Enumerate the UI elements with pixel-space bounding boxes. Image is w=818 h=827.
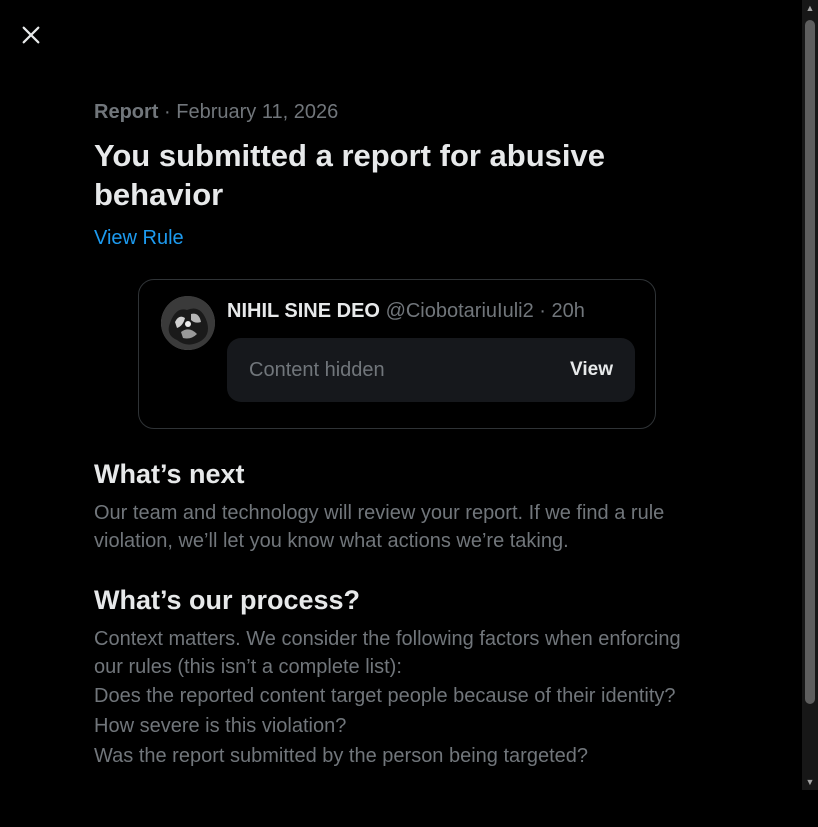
process-factor: Does the reported content target people … [94, 685, 676, 707]
view-rule-link[interactable]: View Rule [94, 224, 184, 252]
reported-tweet-card[interactable]: NIHIL SINE DEO @CiobotariuIuli2 · 20h Co… [138, 279, 656, 429]
view-content-button[interactable]: View [570, 359, 613, 381]
scroll-up-arrow-icon[interactable]: ▲ [802, 0, 818, 16]
report-modal: Report · February 11, 2026 You submitted… [0, 0, 802, 827]
report-content: Report · February 11, 2026 You submitted… [94, 98, 714, 790]
tweet-author-line: NIHIL SINE DEO @CiobotariuIuli2 · 20h [227, 298, 585, 324]
content-hidden-box: Content hidden View [227, 338, 635, 402]
process-factor: How severe is this violation? [94, 715, 347, 737]
close-icon [22, 26, 40, 44]
process-intro: Context matters. We consider the followi… [94, 628, 681, 678]
whats-next-body: Our team and technology will review your… [94, 502, 665, 552]
avatar-image [161, 296, 215, 350]
meta-separator: · [158, 101, 177, 123]
report-label: Report [94, 101, 159, 123]
scrollbar-thumb[interactable] [805, 20, 815, 704]
scroll-down-arrow-icon[interactable]: ▼ [802, 774, 818, 790]
whats-next-heading: What’s next [94, 459, 245, 489]
author-name[interactable]: NIHIL SINE DEO [227, 300, 380, 322]
bottom-bar [0, 790, 818, 827]
report-title: You submitted a report for abusive behav… [94, 138, 606, 212]
process-factor: Was the report submitted by the person b… [94, 745, 588, 767]
report-date: February 11, 2026 [176, 101, 339, 123]
close-button[interactable] [12, 16, 50, 54]
author-handle[interactable]: @CiobotariuIuli2 · 20h [386, 300, 585, 322]
vertical-scrollbar[interactable]: ▲ ▼ [802, 0, 818, 790]
avatar[interactable] [161, 296, 215, 350]
process-heading: What’s our process? [94, 585, 361, 615]
report-meta: Report · February 11, 2026 [94, 98, 714, 126]
content-hidden-label: Content hidden [249, 358, 385, 381]
